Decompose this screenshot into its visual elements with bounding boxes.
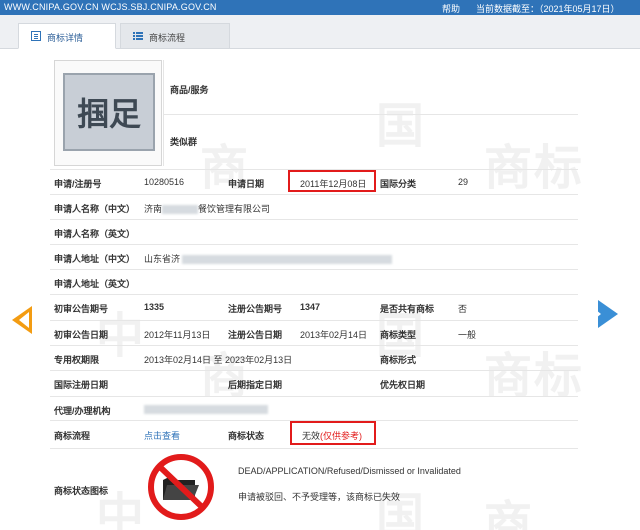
app-date-label: 申请日期 <box>228 179 265 189</box>
tab-label: 商标流程 <box>149 33 186 43</box>
validity-value: 2013年02月14日 至 2023年02月13日 <box>144 355 293 365</box>
divider <box>50 448 578 449</box>
reg-no-value: 10280516 <box>144 177 185 187</box>
later-date-label: 后期指定日期 <box>228 380 283 390</box>
divider <box>164 114 578 115</box>
type-value: 一般 <box>458 330 477 340</box>
reg-pub-date-value: 2013年02月14日 <box>300 330 368 340</box>
applicant-cn-label: 申请人名称（中文） <box>54 204 136 214</box>
priority-date-label: 优先权日期 <box>380 380 426 390</box>
intl-class-label: 国际分类 <box>380 179 417 189</box>
next-arrow-icon[interactable] <box>591 300 618 328</box>
watermark: 标 <box>534 140 599 196</box>
applicant-cn-value: 济南 餐饮管理有限公司 <box>144 204 271 215</box>
reg-pub-date-label: 注册公告日期 <box>228 330 283 340</box>
similar-group-label: 类似群 <box>170 137 198 147</box>
divider <box>163 60 164 166</box>
prelim-no-value: 1335 <box>144 302 165 312</box>
reg-no-label: 申请/注册号 <box>54 179 102 189</box>
validity-label: 专用权期限 <box>54 355 100 365</box>
agent-value <box>144 404 268 415</box>
prelim-date-label: 初审公告日期 <box>54 330 109 340</box>
tab-trademark-process[interactable]: 商标流程 <box>120 23 230 49</box>
tab-bar: 商标详情 商标流程 <box>0 15 640 49</box>
document-icon <box>31 31 41 41</box>
previous-arrow-icon[interactable] <box>12 306 32 334</box>
address-cn-value: 山东省济 <box>144 252 393 265</box>
status-value: 无效(仅供参考) <box>302 431 363 441</box>
top-bar: WWW.CNIPA.GOV.CN WCJS.SBJ.CNIPA.GOV.CN 帮… <box>0 0 640 15</box>
intl-reg-date-label: 国际注册日期 <box>54 380 109 390</box>
status-label: 商标状态 <box>228 431 265 441</box>
divider <box>50 269 578 270</box>
trademark-logo-image: 掴足 <box>63 73 155 151</box>
divider <box>50 320 578 321</box>
reg-pub-no-label: 注册公告期号 <box>228 304 283 314</box>
site-links[interactable]: WWW.CNIPA.GOV.CN WCJS.SBJ.CNIPA.GOV.CN <box>4 2 217 12</box>
divider <box>50 396 578 397</box>
address-cn-label: 申请人地址（中文） <box>54 254 136 264</box>
address-en-label: 申请人地址（英文） <box>54 279 136 289</box>
type-label: 商标类型 <box>380 330 417 340</box>
prelim-no-label: 初审公告期号 <box>54 304 109 314</box>
help-link[interactable]: 帮助 <box>442 2 460 15</box>
tab-label: 商标详情 <box>47 33 84 43</box>
dead-status-icon <box>148 454 214 520</box>
divider <box>50 244 578 245</box>
status-description-en: DEAD/APPLICATION/Refused/Dismissed or In… <box>238 466 461 476</box>
shared-value: 否 <box>458 304 468 314</box>
status-description-cn: 申请被驳回、不予受理等，该商标已失效 <box>238 492 401 502</box>
divider <box>50 219 578 220</box>
divider <box>50 194 578 195</box>
watermark: 商 <box>484 496 549 530</box>
goods-services-label: 商品/服务 <box>170 85 209 95</box>
divider <box>50 294 578 295</box>
agent-label: 代理/办理机构 <box>54 406 111 416</box>
trademark-image-box: 掴足 <box>54 60 162 166</box>
list-icon <box>133 31 143 41</box>
shared-label: 是否共有商标 <box>380 304 435 314</box>
tab-trademark-detail[interactable]: 商标详情 <box>18 23 116 49</box>
status-icon-label: 商标状态图标 <box>54 486 109 496</box>
watermark: 国 <box>376 98 441 154</box>
process-label: 商标流程 <box>54 431 91 441</box>
app-date-value: 2011年12月08日 <box>300 179 367 189</box>
data-date: 当前数据截至：（2021年05月17日） <box>476 4 620 14</box>
prelim-date-value: 2012年11月13日 <box>144 330 211 340</box>
intl-class-value: 29 <box>458 177 469 187</box>
applicant-en-label: 申请人名称（英文） <box>54 229 136 239</box>
process-view-link[interactable]: 点击查看 <box>144 429 180 442</box>
divider <box>50 345 578 346</box>
form-label: 商标形式 <box>380 355 417 365</box>
divider <box>50 370 578 371</box>
watermark: 国 <box>376 488 441 530</box>
reg-pub-no-value: 1347 <box>300 302 321 312</box>
